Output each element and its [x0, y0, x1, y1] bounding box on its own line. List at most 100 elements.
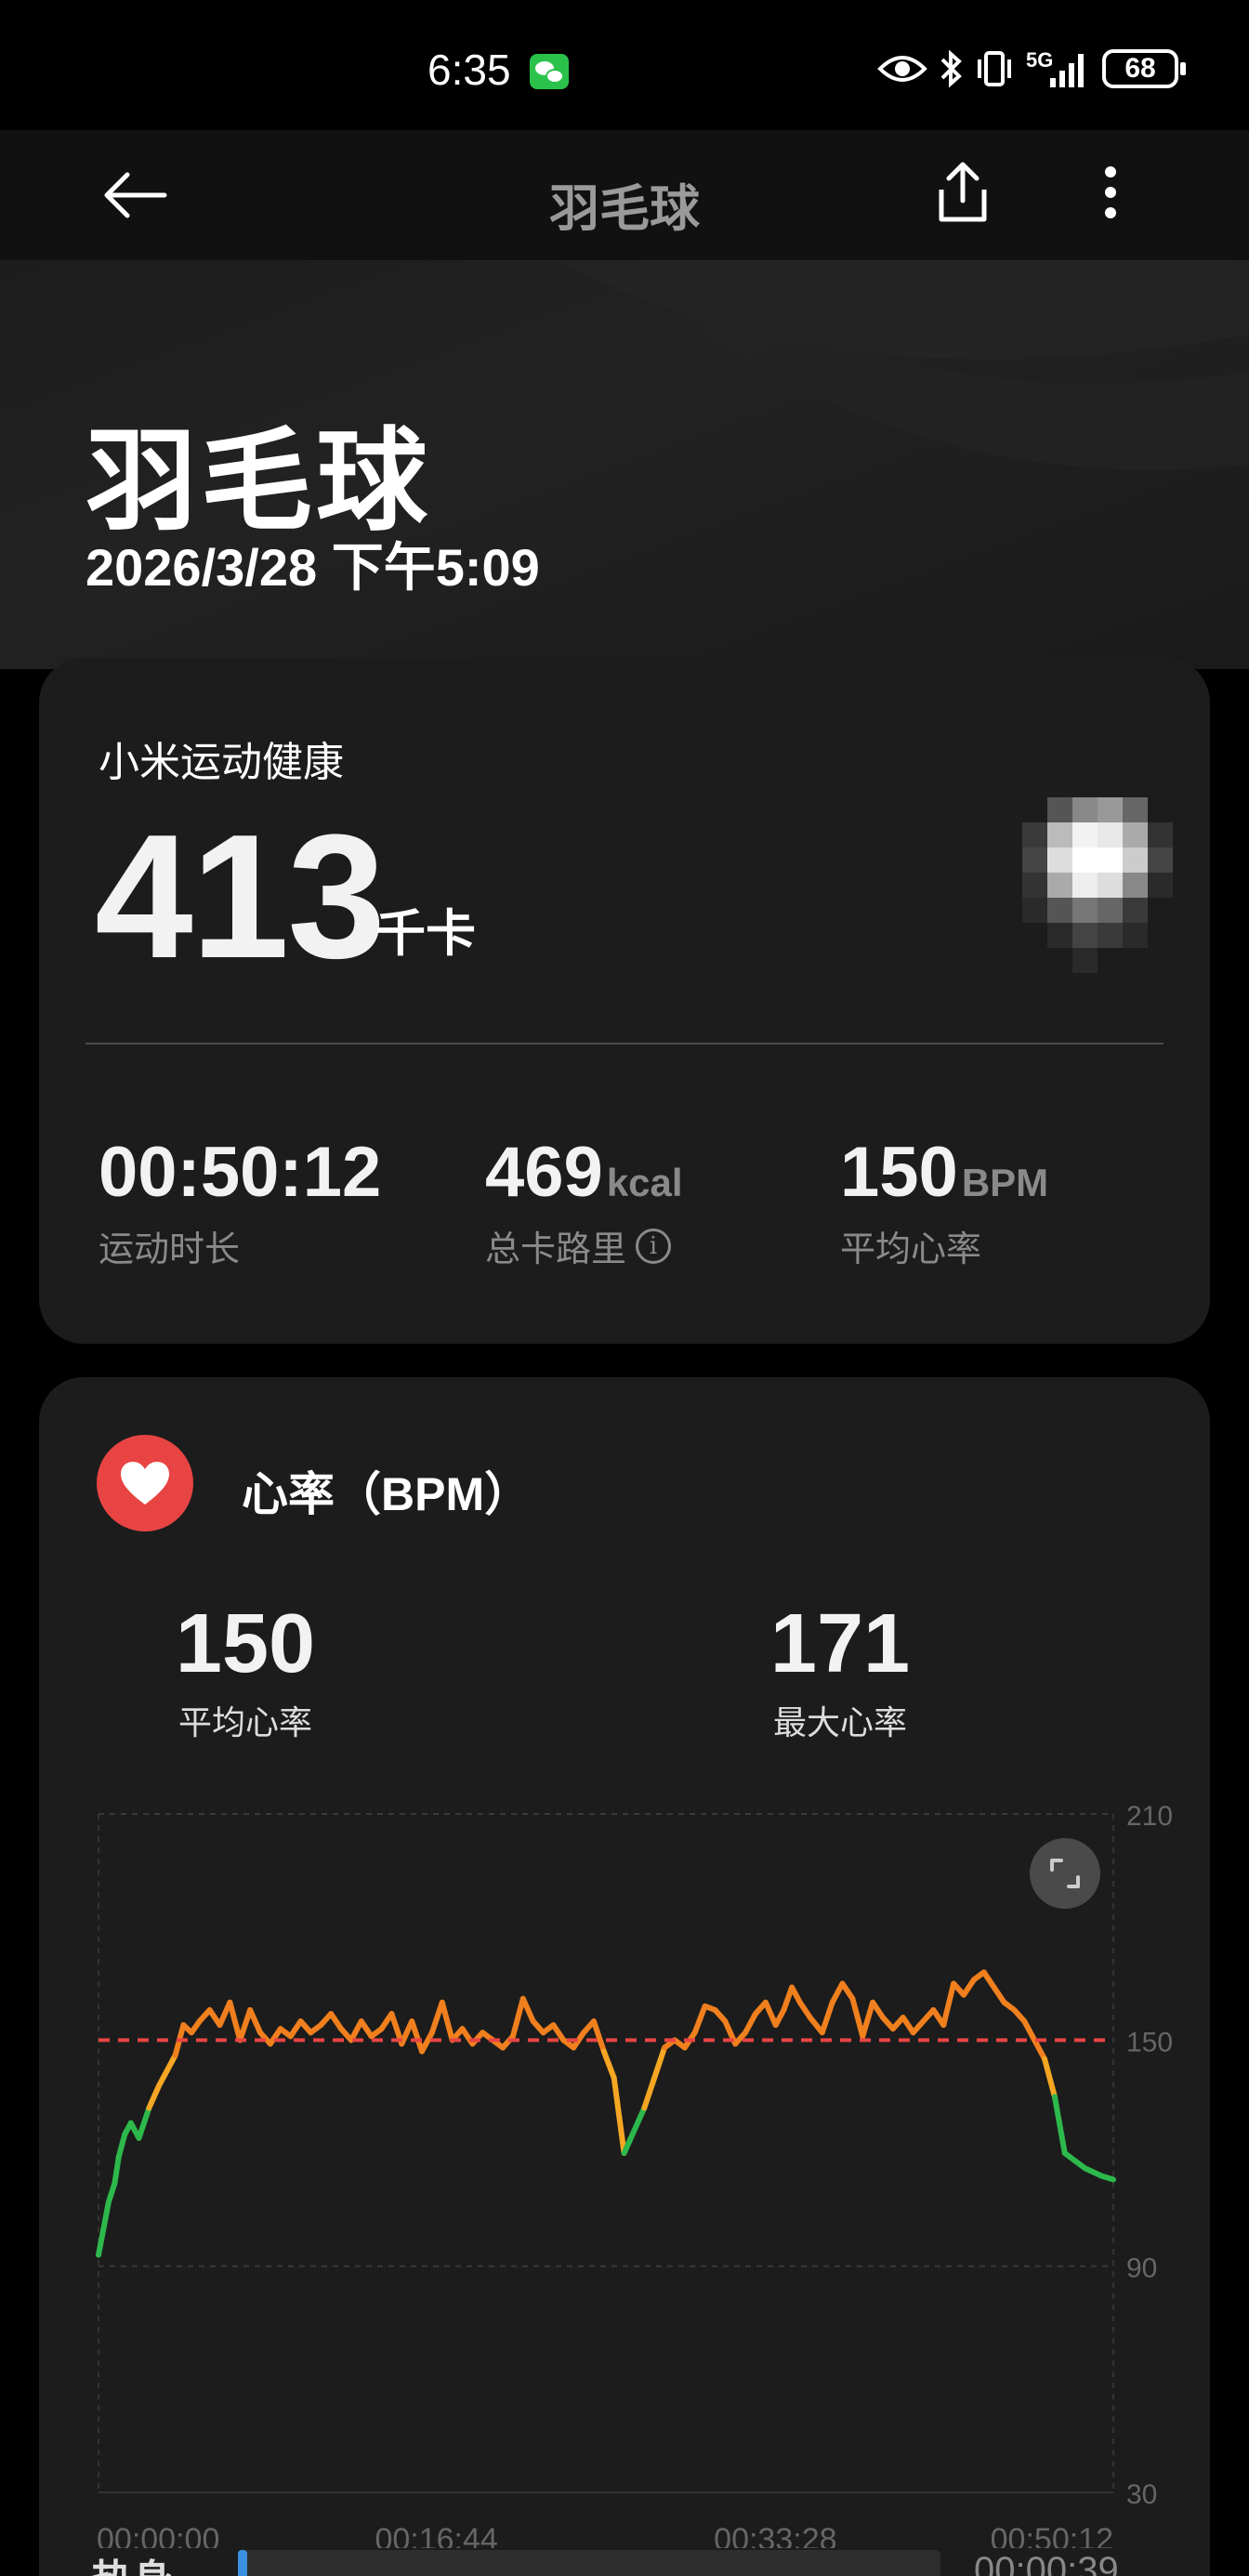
hr-line-segment	[1042, 2056, 1058, 2100]
hr-line-segment	[819, 1999, 835, 2036]
avg-heart-rate-label: 平均心率	[840, 1230, 982, 1269]
hr-line-segment	[621, 2127, 638, 2156]
hr-line-segment	[227, 1999, 243, 2044]
y-tick-label: 150	[1126, 2027, 1173, 2057]
hr-line-segment	[651, 2044, 668, 2081]
data-source-label: 小米运动健康	[99, 740, 344, 785]
stat-total-calories: 469kcal 总卡路里 i	[485, 1132, 683, 1271]
summary-card: 小米运动健康 413 千卡 00:50:12 运动时长 469kcal 总卡路里…	[39, 658, 1210, 1344]
hr-line-segment	[940, 1980, 957, 2029]
app-title: 羽毛球	[549, 181, 700, 237]
zone-time: 00:00:39	[974, 2550, 1119, 2576]
status-time: 6:35	[427, 46, 511, 94]
x-tick-label: 00:33:28	[714, 2522, 836, 2548]
hr-avg-label: 平均心率	[177, 1703, 312, 1741]
heart-rate-chart[interactable]: 210 150 90 30 00:00:00 00:16:44 00:33:28 00:50:…	[39, 1786, 1210, 2548]
heart-icon	[121, 1462, 169, 1505]
hr-line-segment	[112, 2154, 122, 2187]
vibrate-icon	[978, 51, 1011, 86]
zone-bar-track	[238, 2550, 940, 2576]
summary-divider	[85, 1043, 1164, 1045]
info-icon[interactable]: i	[636, 1228, 672, 1264]
expand-chart-button[interactable]	[1030, 1838, 1100, 1909]
duration-label: 运动时长	[99, 1230, 241, 1269]
total-calories-label: 总卡路里	[485, 1230, 627, 1269]
hr-avg-stat: 150 平均心率	[125, 1597, 366, 1744]
hr-line-segment	[762, 1999, 779, 2029]
hr-line-segment	[849, 1995, 866, 2040]
calories-value: 413	[95, 798, 386, 995]
signal-icon	[1050, 54, 1084, 87]
duration-number: 00:50:12	[99, 1133, 382, 1212]
share-button[interactable]	[926, 151, 1000, 234]
calories-unit: 千卡	[375, 906, 476, 962]
heart-badge	[97, 1435, 193, 1531]
x-tick-label: 00:00:00	[97, 2522, 219, 2548]
hr-line-segment	[1032, 2037, 1048, 2062]
heart-rate-title: 心率（BPM）	[242, 1468, 532, 1520]
heart-rate-card: 心率（BPM） 150 平均心率 171 最大心率 210 150 90 30 00:0…	[39, 1377, 1210, 2576]
hr-line-segment	[519, 1995, 536, 2025]
hr-line-segment	[136, 2105, 152, 2141]
hr-avg-value: 150	[175, 1597, 316, 1690]
hr-line-segment	[419, 2030, 435, 2055]
hr-line-segment	[691, 2003, 708, 2036]
avg-heart-rate-number: 150	[840, 1133, 958, 1212]
zone-bar-fill	[238, 2550, 247, 2576]
total-calories-label-row: 总卡路里 i	[485, 1220, 683, 1271]
eye-icon	[877, 56, 927, 82]
x-tick-label: 00:50:12	[991, 2522, 1113, 2548]
y-tick-label: 90	[1126, 2254, 1157, 2284]
avg-heart-rate-unit: BPM	[961, 1161, 1049, 1204]
avg-heart-rate-value: 150BPM	[840, 1132, 1048, 1213]
network-indicator: 5G	[1026, 48, 1091, 89]
hr-line-segment	[439, 1999, 455, 2044]
bluetooth-icon	[940, 49, 962, 88]
expand-icon	[1050, 1859, 1080, 1888]
battery-icon: 68	[1102, 49, 1186, 88]
hr-line-segment	[146, 2083, 163, 2111]
hr-zone-row: 热身 00:00:39	[0, 2546, 1249, 2576]
stat-avg-heart-rate: 150BPM 平均心率	[840, 1132, 1048, 1271]
more-vertical-icon	[1105, 166, 1116, 218]
hr-line-segment	[1021, 2018, 1038, 2044]
hr-line-segment	[348, 2018, 364, 2044]
total-calories-value: 469kcal	[485, 1132, 683, 1213]
hero-section: 羽毛球 2026/3/28 下午5:09	[0, 260, 1249, 669]
duration-value: 00:50:12	[99, 1132, 381, 1213]
more-options-button[interactable]	[1078, 151, 1143, 234]
hr-line-segment	[247, 2006, 264, 2036]
wechat-icon	[530, 54, 569, 89]
stat-duration: 00:50:12 运动时长	[99, 1132, 381, 1271]
hr-line-segment	[590, 2018, 607, 2055]
y-tick-label: 210	[1126, 1801, 1173, 1832]
app-bar: 羽毛球	[0, 130, 1249, 260]
hr-line-segment	[641, 2074, 658, 2111]
total-calories-unit: kcal	[606, 1161, 683, 1204]
hr-line-segment	[1051, 2094, 1068, 2156]
hr-line-segment	[1098, 2173, 1116, 2183]
hr-line-segment	[860, 1999, 876, 2040]
share-icon	[939, 162, 987, 222]
hr-line-segment	[829, 1980, 846, 2005]
battery-level: 68	[1124, 53, 1156, 84]
hr-line-segment	[611, 2074, 627, 2156]
hr-line-segment	[237, 2006, 254, 2044]
hr-line-segment	[96, 2199, 112, 2258]
hr-line-segment	[743, 2010, 758, 2036]
hr-line-segment	[631, 2105, 648, 2134]
workout-date: 2026/3/28 下午5:09	[85, 538, 540, 597]
x-tick-label: 00:16:44	[375, 2522, 497, 2548]
total-calories-number: 469	[485, 1133, 603, 1212]
hr-line-segment	[105, 2180, 118, 2205]
hr-max-label: 最大心率	[772, 1703, 907, 1741]
pixelated-thumbnail	[1022, 797, 1173, 974]
y-tick-label: 30	[1126, 2479, 1157, 2510]
hr-max-value: 171	[769, 1597, 911, 1690]
hr-line-segment	[409, 2018, 426, 2055]
hr-line-segment	[509, 1995, 526, 2040]
hr-line-segment	[600, 2048, 617, 2081]
status-bar: 6:35 5G 68	[0, 0, 1249, 130]
zone-label: 热身	[91, 2546, 173, 2576]
status-icons: 5G 68	[877, 48, 1186, 89]
